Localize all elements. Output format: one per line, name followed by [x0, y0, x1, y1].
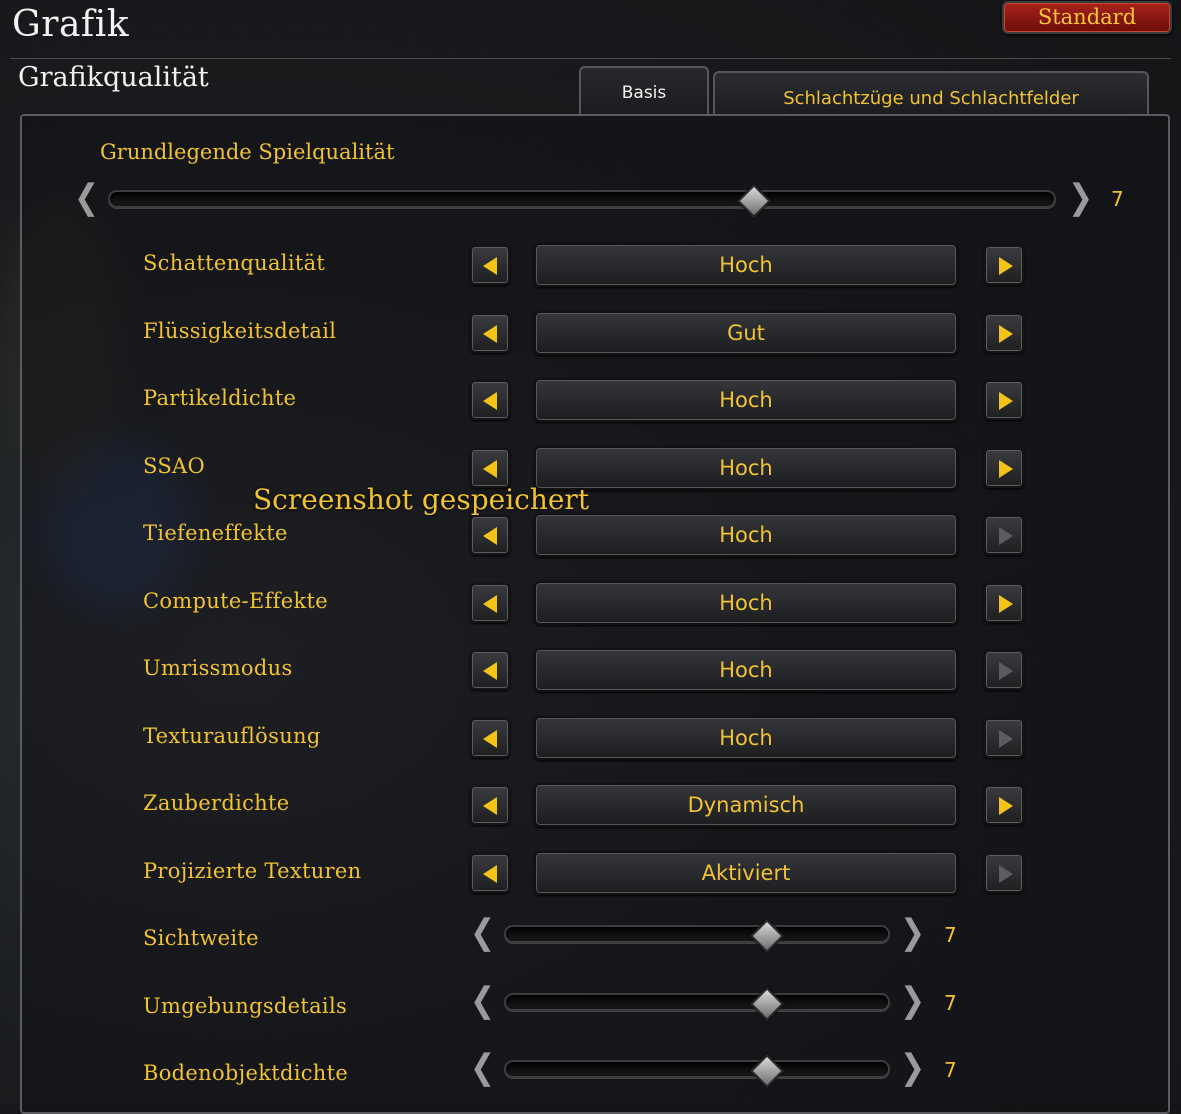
next-option-button[interactable] — [984, 583, 1024, 623]
triangle-right-icon — [999, 797, 1013, 815]
triangle-right-icon — [999, 865, 1013, 883]
next-option-button[interactable] — [984, 853, 1024, 893]
previous-option-button[interactable] — [470, 785, 510, 825]
setting-label: Partikeldichte — [143, 386, 297, 410]
triangle-right-icon — [999, 595, 1013, 613]
setting-value-dropdown[interactable]: Hoch — [534, 446, 958, 490]
slider-value: 7 — [944, 923, 957, 947]
next-option-button[interactable] — [984, 313, 1024, 353]
triangle-left-icon — [483, 595, 497, 613]
background-decoration — [330, 990, 341, 1031]
triangle-left-icon — [483, 865, 497, 883]
setting-label: Texturauflösung — [143, 724, 321, 748]
slider-track[interactable] — [504, 1060, 890, 1078]
setting-value-dropdown[interactable]: Dynamisch — [534, 783, 958, 827]
slider-label: Bodenobjektdichte — [143, 1061, 349, 1085]
triangle-left-icon — [483, 325, 497, 343]
setting-value-dropdown[interactable]: Hoch — [534, 243, 958, 287]
slider-value: 7 — [944, 1058, 957, 1082]
next-option-button[interactable] — [984, 380, 1024, 420]
slider-increase-icon[interactable]: ❯ — [900, 983, 925, 1019]
next-option-button[interactable] — [984, 448, 1024, 488]
previous-option-button[interactable] — [470, 448, 510, 488]
setting-value-dropdown[interactable]: Hoch — [534, 378, 958, 422]
setting-label: Umrissmodus — [143, 656, 293, 680]
slider-decrease-icon[interactable]: ❮ — [470, 915, 495, 951]
setting-label: Zauberdichte — [143, 791, 290, 815]
standard-reset-button[interactable]: Standard — [1002, 1, 1172, 34]
triangle-right-icon — [999, 662, 1013, 680]
base-quality-label: Grundlegende Spielqualität — [100, 140, 395, 164]
slider-decrease-icon[interactable]: ❮ — [470, 983, 495, 1019]
next-option-button[interactable] — [984, 718, 1024, 758]
slider-value: 7 — [944, 991, 957, 1015]
setting-label: Compute-Effekte — [143, 589, 328, 613]
tab-raids-battlegrounds[interactable]: Schlachtzüge und Schlachtfelder — [713, 71, 1149, 114]
next-option-button[interactable] — [984, 515, 1024, 555]
triangle-left-icon — [483, 460, 497, 478]
tab-basis[interactable]: Basis — [579, 66, 709, 114]
setting-value-dropdown[interactable]: Hoch — [534, 716, 958, 760]
previous-option-button[interactable] — [470, 245, 510, 285]
triangle-right-icon — [999, 392, 1013, 410]
next-option-button[interactable] — [984, 650, 1024, 690]
slider-label: Sichtweite — [143, 926, 259, 950]
setting-value-dropdown[interactable]: Hoch — [534, 648, 958, 692]
setting-label: Projizierte Texturen — [143, 859, 362, 883]
triangle-left-icon — [483, 257, 497, 275]
next-option-button[interactable] — [984, 785, 1024, 825]
setting-label: Tiefeneffekte — [143, 521, 288, 545]
previous-option-button[interactable] — [470, 718, 510, 758]
previous-option-button[interactable] — [470, 853, 510, 893]
base-quality-decrease-icon[interactable]: ❮ — [74, 180, 99, 216]
title-divider — [10, 58, 1171, 59]
setting-value-dropdown[interactable]: Hoch — [534, 513, 958, 557]
base-quality-increase-icon[interactable]: ❯ — [1068, 180, 1093, 216]
base-quality-slider-track[interactable] — [108, 190, 1056, 208]
slider-decrease-icon[interactable]: ❮ — [470, 1050, 495, 1086]
slider-track[interactable] — [504, 993, 890, 1011]
triangle-right-icon — [999, 460, 1013, 478]
slider-track[interactable] — [504, 925, 890, 943]
previous-option-button[interactable] — [470, 313, 510, 353]
triangle-right-icon — [999, 527, 1013, 545]
triangle-right-icon — [999, 257, 1013, 275]
triangle-left-icon — [483, 730, 497, 748]
previous-option-button[interactable] — [470, 380, 510, 420]
setting-value-dropdown[interactable]: Hoch — [534, 581, 958, 625]
next-option-button[interactable] — [984, 245, 1024, 285]
previous-option-button[interactable] — [470, 583, 510, 623]
setting-label: SSAO — [143, 454, 205, 478]
triangle-right-icon — [999, 730, 1013, 748]
section-title: Grafikqualität — [18, 62, 209, 93]
triangle-left-icon — [483, 662, 497, 680]
previous-option-button[interactable] — [470, 650, 510, 690]
previous-option-button[interactable] — [470, 515, 510, 555]
slider-increase-icon[interactable]: ❯ — [900, 1050, 925, 1086]
setting-label: Schattenqualität — [143, 251, 326, 275]
screenshot-notification: Screenshot gespeichert — [253, 483, 590, 516]
setting-value-dropdown[interactable]: Gut — [534, 311, 958, 355]
setting-value-dropdown[interactable]: Aktiviert — [534, 851, 958, 895]
base-quality-value: 7 — [1111, 187, 1124, 211]
slider-label: Umgebungsdetails — [143, 994, 348, 1018]
triangle-right-icon — [999, 325, 1013, 343]
slider-increase-icon[interactable]: ❯ — [900, 915, 925, 951]
triangle-left-icon — [483, 392, 497, 410]
window-title: Grafik — [12, 4, 130, 45]
triangle-left-icon — [483, 797, 497, 815]
triangle-left-icon — [483, 527, 497, 545]
setting-label: Flüssigkeitsdetail — [143, 319, 337, 343]
